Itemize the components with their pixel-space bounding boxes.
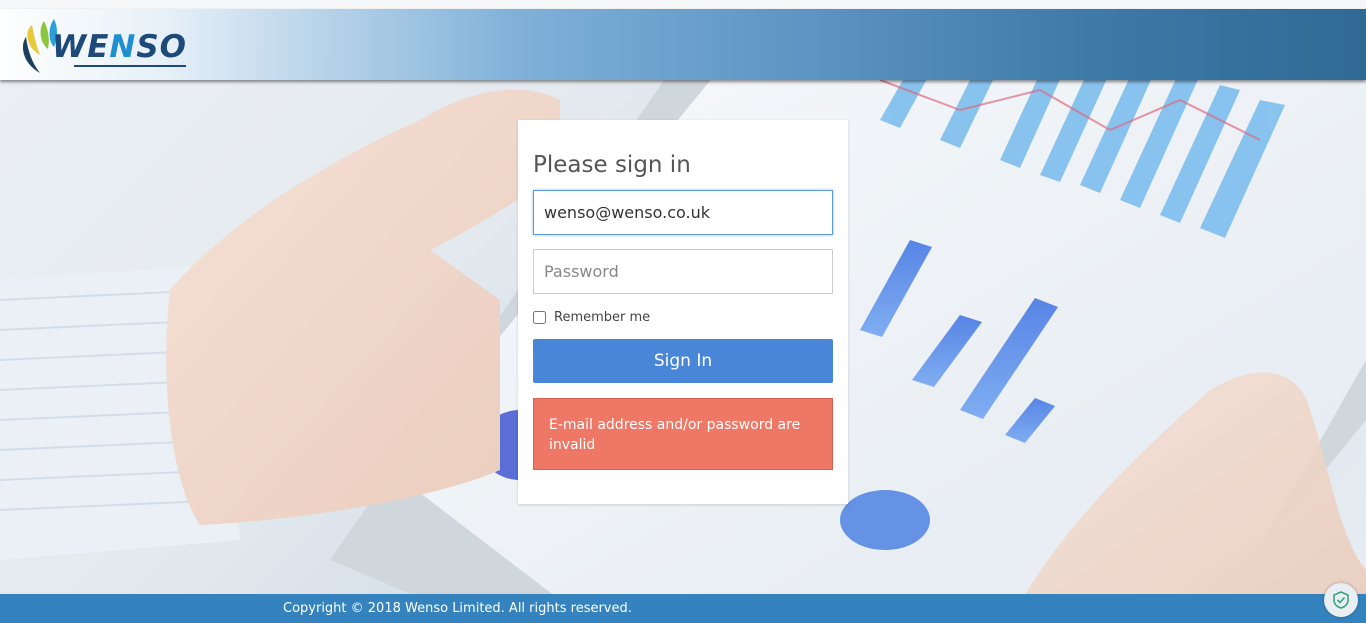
login-card: Please sign in Remember me Sign In E-mai… xyxy=(518,120,848,504)
remember-me-label: Remember me xyxy=(554,310,651,325)
shield-check-icon xyxy=(1333,591,1349,609)
login-page: WENSO Please sign in Remember me Sign In… xyxy=(0,0,1366,623)
security-badge[interactable] xyxy=(1324,583,1358,617)
remember-me[interactable]: Remember me xyxy=(533,310,650,325)
wenso-logo[interactable]: WENSO xyxy=(18,15,186,79)
remember-me-checkbox[interactable] xyxy=(533,311,546,324)
email-field[interactable] xyxy=(533,190,833,235)
copyright-text: Copyright © 2018 Wenso Limited. All righ… xyxy=(283,601,632,616)
error-alert: E-mail address and/or password are inval… xyxy=(533,398,833,470)
sign-in-button[interactable]: Sign In xyxy=(533,339,833,383)
logo-text-part3: SO xyxy=(136,29,188,65)
password-field[interactable] xyxy=(533,249,833,294)
logo-text: WENSO xyxy=(52,29,187,65)
logo-text-part1: WE xyxy=(52,29,110,65)
header-bar: WENSO xyxy=(0,9,1366,80)
top-strip xyxy=(0,0,1366,9)
logo-underline xyxy=(74,65,186,67)
signin-title: Please sign in xyxy=(533,152,691,178)
footer-bar: Copyright © 2018 Wenso Limited. All righ… xyxy=(0,594,1366,623)
logo-text-part2: N xyxy=(109,29,137,65)
